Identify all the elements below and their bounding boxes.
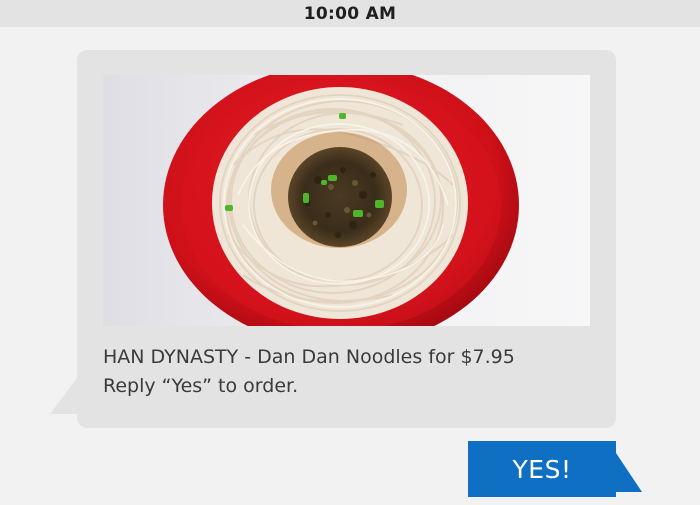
incoming-bubble-tail xyxy=(50,378,77,414)
reply-yes-text: YES! xyxy=(512,454,572,484)
message-line-1: HAN DYNASTY - Dan Dan Noodles for $7.95 xyxy=(103,346,515,368)
message-text: HAN DYNASTY - Dan Dan Noodles for $7.95 … xyxy=(103,343,608,401)
outgoing-bubble-tail xyxy=(614,450,642,492)
dan-dan-noodles-image xyxy=(103,75,590,326)
outgoing-message-bubble[interactable]: YES! xyxy=(468,441,616,497)
status-time: 10:00 AM xyxy=(303,3,397,24)
incoming-message-bubble: HAN DYNASTY - Dan Dan Noodles for $7.95 … xyxy=(77,50,616,428)
food-photo[interactable] xyxy=(103,75,590,326)
message-line-2: Reply “Yes” to order. xyxy=(103,375,299,397)
status-bar: 10:00 AM xyxy=(0,0,700,27)
